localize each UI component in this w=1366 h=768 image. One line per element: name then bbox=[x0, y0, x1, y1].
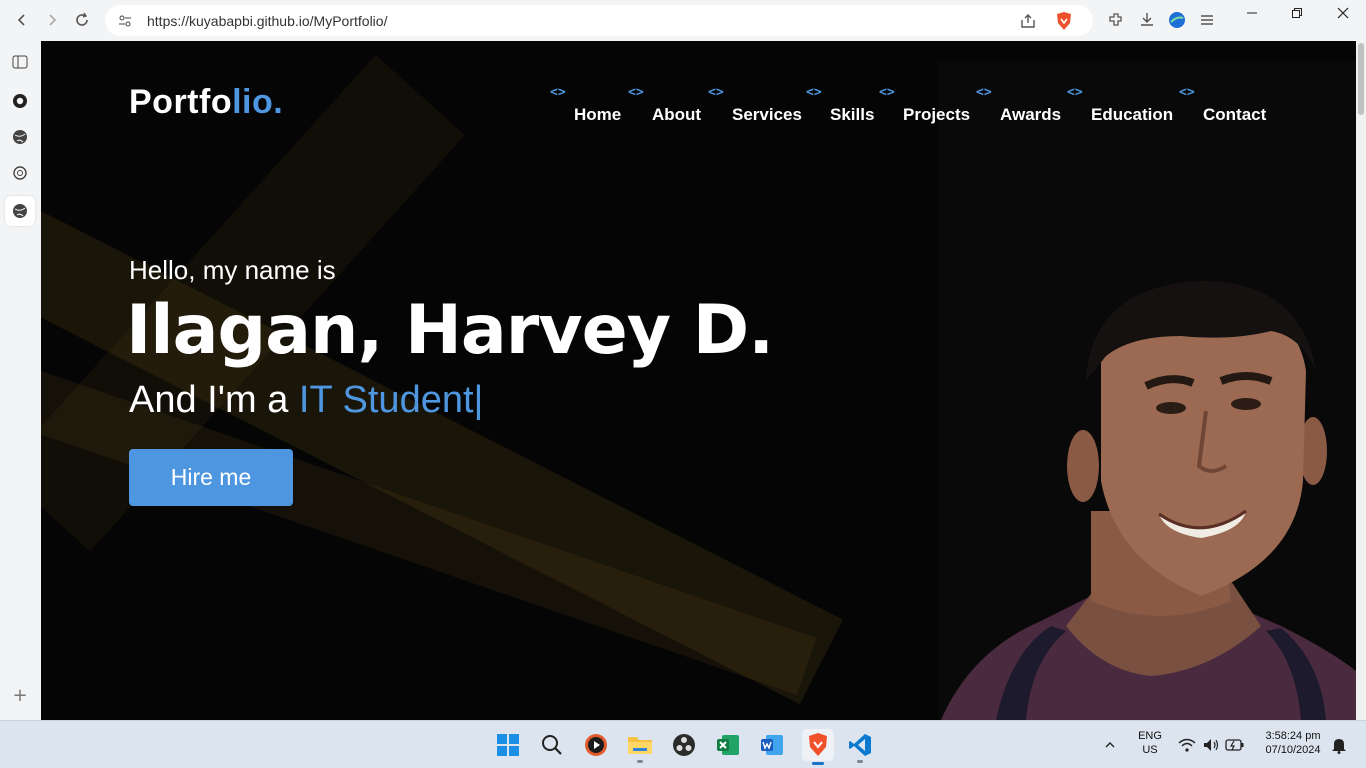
logo-main: Portfo bbox=[129, 83, 233, 121]
reload-button[interactable] bbox=[70, 8, 94, 32]
plus-icon: + bbox=[12, 684, 28, 706]
nav-code-tag: <> bbox=[628, 85, 644, 100]
hero-role: And I'm a IT Student| bbox=[129, 379, 483, 422]
share-icon[interactable] bbox=[1019, 12, 1037, 34]
language-code: ENG bbox=[1138, 730, 1162, 742]
nav-code-tag: <> bbox=[1179, 85, 1195, 100]
clock[interactable]: 3:58:24 pm 07/10/2024 bbox=[1256, 730, 1330, 756]
nav-label[interactable]: Education bbox=[1091, 105, 1173, 125]
site-logo[interactable]: Portfolio. bbox=[129, 83, 283, 122]
obs-button[interactable] bbox=[670, 731, 698, 759]
browser-toolbar: https://kuyabapbi.github.io/MyPortfolio/ bbox=[0, 0, 1366, 41]
portfolio-page: Portfolio. <> Home <> About <> Services … bbox=[41, 41, 1356, 720]
hire-me-button[interactable]: Hire me bbox=[129, 449, 293, 506]
nav-label[interactable]: Projects bbox=[903, 105, 970, 125]
downloads-icon[interactable] bbox=[1137, 10, 1157, 30]
back-arrow-icon bbox=[17, 14, 25, 26]
hero-greeting: Hello, my name is bbox=[129, 255, 336, 285]
vscode-icon bbox=[849, 734, 871, 756]
scrollbar-thumb[interactable] bbox=[1358, 43, 1364, 115]
search-icon bbox=[542, 735, 562, 755]
hero-name: Ilagan, Harvey D. bbox=[126, 291, 774, 370]
role-typed-text: IT Student| bbox=[298, 379, 484, 421]
nav-label[interactable]: About bbox=[652, 105, 701, 125]
main-nav: <> Home <> About <> Services <> Skills <… bbox=[550, 85, 1271, 135]
search-button[interactable] bbox=[538, 731, 566, 759]
maximize-button[interactable] bbox=[1274, 2, 1320, 24]
globe-icon[interactable] bbox=[5, 196, 35, 226]
nav-code-tag: <> bbox=[879, 85, 895, 100]
wallet-globe-icon[interactable] bbox=[1167, 10, 1187, 30]
windows-taskbar: ENG US 3:58:24 pm 07/10/2024 bbox=[0, 720, 1366, 768]
file-explorer-button[interactable] bbox=[626, 731, 654, 763]
page-scrollbar[interactable] bbox=[1356, 41, 1366, 720]
excel-icon bbox=[717, 735, 739, 755]
vscode-button[interactable] bbox=[846, 731, 874, 763]
url-text[interactable]: https://kuyabapbi.github.io/MyPortfolio/ bbox=[147, 13, 387, 29]
minimize-icon bbox=[1247, 12, 1257, 14]
nav-label[interactable]: Skills bbox=[830, 105, 874, 125]
role-prefix: And I'm a bbox=[129, 379, 299, 421]
forward-arrow-icon bbox=[49, 14, 57, 26]
chevron-up-icon bbox=[1105, 742, 1115, 748]
logo-accent: lio. bbox=[232, 83, 284, 121]
clock-time: 3:58:24 pm bbox=[1265, 730, 1321, 742]
word-button[interactable] bbox=[758, 731, 786, 759]
nav-code-tag: <> bbox=[550, 85, 566, 100]
volume-icon[interactable] bbox=[1200, 731, 1222, 759]
keyboard-layout: US bbox=[1142, 744, 1158, 756]
clock-date: 07/10/2024 bbox=[1265, 744, 1321, 756]
brave-shields-icon[interactable] bbox=[1055, 11, 1073, 35]
restore-icon bbox=[1292, 8, 1302, 18]
media-player-icon bbox=[585, 734, 607, 756]
address-bar[interactable]: https://kuyabapbi.github.io/MyPortfolio/ bbox=[105, 5, 1093, 36]
running-indicator bbox=[637, 760, 643, 763]
brave-taskbar-button[interactable] bbox=[802, 729, 834, 765]
nav-code-tag: <> bbox=[1067, 85, 1083, 100]
running-indicator bbox=[857, 760, 863, 763]
github-icon[interactable] bbox=[8, 89, 32, 113]
sidebar-panel-icon[interactable] bbox=[8, 50, 32, 74]
browser-sidebar: + bbox=[0, 41, 41, 720]
show-hidden-icons-button[interactable] bbox=[1098, 731, 1122, 759]
windows-logo-icon bbox=[497, 734, 519, 756]
back-button[interactable] bbox=[10, 8, 34, 32]
excel-button[interactable] bbox=[714, 731, 742, 759]
notifications-icon[interactable] bbox=[1328, 731, 1350, 759]
nav-code-tag: <> bbox=[708, 85, 724, 100]
forward-button[interactable] bbox=[40, 8, 64, 32]
nav-code-tag: <> bbox=[976, 85, 992, 100]
language-indicator[interactable]: ENG US bbox=[1134, 730, 1166, 756]
word-icon bbox=[761, 735, 783, 755]
nav-label[interactable]: Contact bbox=[1203, 105, 1266, 125]
add-panel-button[interactable]: + bbox=[8, 683, 32, 707]
menu-icon[interactable] bbox=[1197, 10, 1217, 30]
battery-icon[interactable] bbox=[1224, 731, 1246, 759]
close-icon bbox=[1337, 7, 1349, 19]
site-settings-icon[interactable] bbox=[117, 13, 133, 29]
media-player-button[interactable] bbox=[582, 731, 610, 759]
nav-code-tag: <> bbox=[806, 85, 822, 100]
obs-icon bbox=[673, 734, 695, 756]
nav-label[interactable]: Awards bbox=[1000, 105, 1061, 125]
start-button[interactable] bbox=[494, 731, 522, 759]
brave-icon bbox=[809, 733, 827, 756]
close-button[interactable] bbox=[1320, 2, 1366, 24]
globe-icon[interactable] bbox=[8, 125, 32, 149]
extensions-icon[interactable] bbox=[1106, 10, 1126, 30]
minimize-button[interactable] bbox=[1229, 2, 1275, 24]
wifi-icon[interactable] bbox=[1176, 731, 1198, 759]
profile-photo bbox=[941, 281, 1356, 720]
nav-label[interactable]: Services bbox=[732, 105, 802, 125]
active-indicator bbox=[812, 762, 824, 765]
nav-label[interactable]: Home bbox=[574, 105, 621, 125]
openai-icon[interactable] bbox=[8, 161, 32, 185]
reload-icon bbox=[76, 12, 88, 26]
folder-icon bbox=[628, 737, 652, 754]
